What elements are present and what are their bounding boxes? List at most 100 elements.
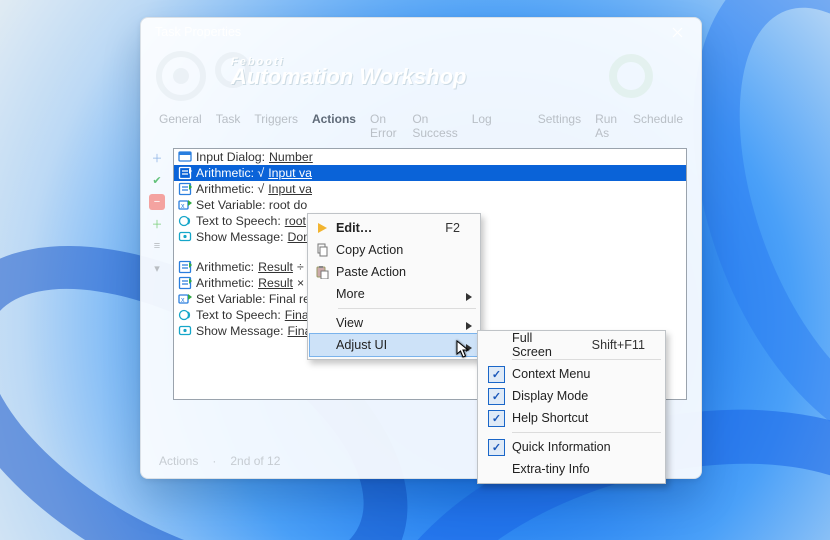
- action-text: Arithmetic:: [196, 260, 254, 274]
- action-row[interactable]: Input Dialog: Number: [174, 149, 686, 165]
- msg-icon: [178, 230, 192, 244]
- checked-icon: ✓: [480, 366, 510, 383]
- submenu-item-help-shortcut[interactable]: ✓Help Shortcut: [480, 407, 663, 429]
- submenu-arrow-icon: [466, 319, 472, 333]
- action-text: Arithmetic: √: [196, 166, 264, 180]
- menu-label: View: [334, 316, 460, 330]
- window-title: Task Properties: [155, 25, 241, 39]
- tab-schedule[interactable]: Schedule: [629, 110, 687, 142]
- svg-text:x: x: [181, 297, 185, 304]
- submenu-item-extra-tiny-info[interactable]: Extra-tiny Info: [480, 458, 663, 480]
- tab-task[interactable]: Task: [212, 110, 245, 142]
- tab-log[interactable]: Log: [468, 110, 496, 142]
- menu-label: Adjust UI: [334, 338, 460, 352]
- titlebar[interactable]: Task Properties: [141, 18, 701, 46]
- menu-item-adjust-ui[interactable]: Adjust UI: [310, 334, 478, 356]
- calc-icon: [178, 182, 192, 196]
- side-menu-icon[interactable]: ≡: [149, 238, 165, 254]
- tab-on-success[interactable]: On Success: [408, 110, 461, 142]
- submenu-arrow-icon: [466, 341, 472, 355]
- svg-text:x: x: [181, 203, 185, 210]
- status-line: Actions · 2nd of 12: [159, 454, 280, 468]
- action-text: Text to Speech:: [196, 214, 281, 228]
- banner: Febooti Automation Workshop: [141, 46, 701, 106]
- checked-icon: ✓: [480, 388, 510, 405]
- dialog-icon: [178, 150, 192, 164]
- menu-shortcut: F2: [445, 221, 460, 235]
- status-label: Actions: [159, 454, 198, 468]
- tab-run-as[interactable]: Run As: [591, 110, 623, 142]
- action-link: Result: [258, 260, 293, 274]
- banner-text: Febooti Automation Workshop: [231, 56, 466, 90]
- action-link: root: [285, 214, 306, 228]
- submenu-label: Extra-tiny Info: [510, 462, 645, 476]
- submenu-label: Full Screen: [510, 331, 570, 359]
- var-icon: x: [178, 292, 192, 306]
- action-link: Input va: [268, 166, 312, 180]
- msg-icon: [178, 324, 192, 338]
- submenu-label: Display Mode: [510, 389, 645, 403]
- submenu-item-display-mode[interactable]: ✓Display Mode: [480, 385, 663, 407]
- close-button[interactable]: [657, 20, 697, 44]
- menu-label: Paste Action: [334, 265, 460, 279]
- calc-icon: [178, 166, 192, 180]
- calc-icon: [178, 276, 192, 290]
- action-link: Input va: [268, 182, 312, 196]
- tab-settings[interactable]: Settings: [534, 110, 585, 142]
- action-text: Arithmetic:: [196, 276, 254, 290]
- action-row[interactable]: Arithmetic: √ Input va: [174, 165, 686, 181]
- adjust-ui-submenu[interactable]: Full ScreenShift+F11✓Context Menu✓Displa…: [477, 330, 666, 484]
- menu-item-copy-action[interactable]: Copy Action: [310, 239, 478, 261]
- close-icon: [672, 27, 683, 38]
- speech-icon: [178, 214, 192, 228]
- submenu-item-full-screen[interactable]: Full Screen Shift+F11: [480, 334, 663, 356]
- side-add-icon[interactable]: ＋: [149, 150, 165, 166]
- action-row[interactable]: Arithmetic: √ Input va: [174, 181, 686, 197]
- var-icon: x: [178, 198, 192, 212]
- action-text: Arithmetic: √: [196, 182, 264, 196]
- speech-icon: [178, 308, 192, 322]
- tab-bar: GeneralTaskTriggersActionsOn ErrorOn Suc…: [141, 106, 701, 148]
- checked-icon: ✓: [480, 410, 510, 427]
- action-text: Input Dialog:: [196, 150, 265, 164]
- side-plus-green-icon[interactable]: ＋: [149, 216, 165, 232]
- menu-label: Edit…: [334, 221, 423, 235]
- submenu-label: Context Menu: [510, 367, 645, 381]
- context-menu[interactable]: Edit… F2 Copy Action Paste Action More View Ad…: [307, 213, 481, 360]
- menu-item-view[interactable]: View: [310, 312, 478, 334]
- action-row[interactable]: x Set Variable: root do: [174, 197, 686, 213]
- side-down-icon[interactable]: ▾: [149, 260, 165, 276]
- submenu-shortcut: Shift+F11: [592, 338, 645, 352]
- tab-general[interactable]: General: [155, 110, 206, 142]
- tab-actions[interactable]: Actions: [308, 110, 360, 142]
- action-text: Show Message:: [196, 230, 284, 244]
- checked-icon: ✓: [480, 439, 510, 456]
- action-extra: ÷: [297, 260, 304, 274]
- play-icon: [310, 221, 334, 235]
- tab-on-error[interactable]: On Error: [366, 110, 402, 142]
- side-remove-icon[interactable]: −: [149, 194, 165, 210]
- submenu-label: Quick Information: [510, 440, 645, 454]
- menu-item-edit[interactable]: Edit… F2: [310, 217, 478, 239]
- menu-label: More: [334, 287, 460, 301]
- action-text: Show Message:: [196, 324, 284, 338]
- submenu-label: Help Shortcut: [510, 411, 645, 425]
- action-text: Set Variable: root do: [196, 198, 307, 212]
- copy-icon: [310, 243, 334, 257]
- paste-icon: [310, 265, 334, 279]
- submenu-arrow-icon: [466, 290, 472, 304]
- calc-icon: [178, 260, 192, 274]
- tab-triggers[interactable]: Triggers: [250, 110, 302, 142]
- action-link: Result: [258, 276, 293, 290]
- action-extra: ×: [297, 276, 304, 290]
- side-toolbar: ＋ ✔ − ＋ ≡ ▾: [147, 150, 167, 276]
- submenu-item-quick-information[interactable]: ✓Quick Information: [480, 436, 663, 458]
- menu-item-paste-action[interactable]: Paste Action: [310, 261, 478, 283]
- status-position: 2nd of 12: [230, 454, 280, 468]
- action-text: Text to Speech:: [196, 308, 281, 322]
- menu-item-more[interactable]: More: [310, 283, 478, 305]
- submenu-item-context-menu[interactable]: ✓Context Menu: [480, 363, 663, 385]
- action-link: Number: [269, 150, 313, 164]
- side-check-icon[interactable]: ✔: [149, 172, 165, 188]
- menu-label: Copy Action: [334, 243, 460, 257]
